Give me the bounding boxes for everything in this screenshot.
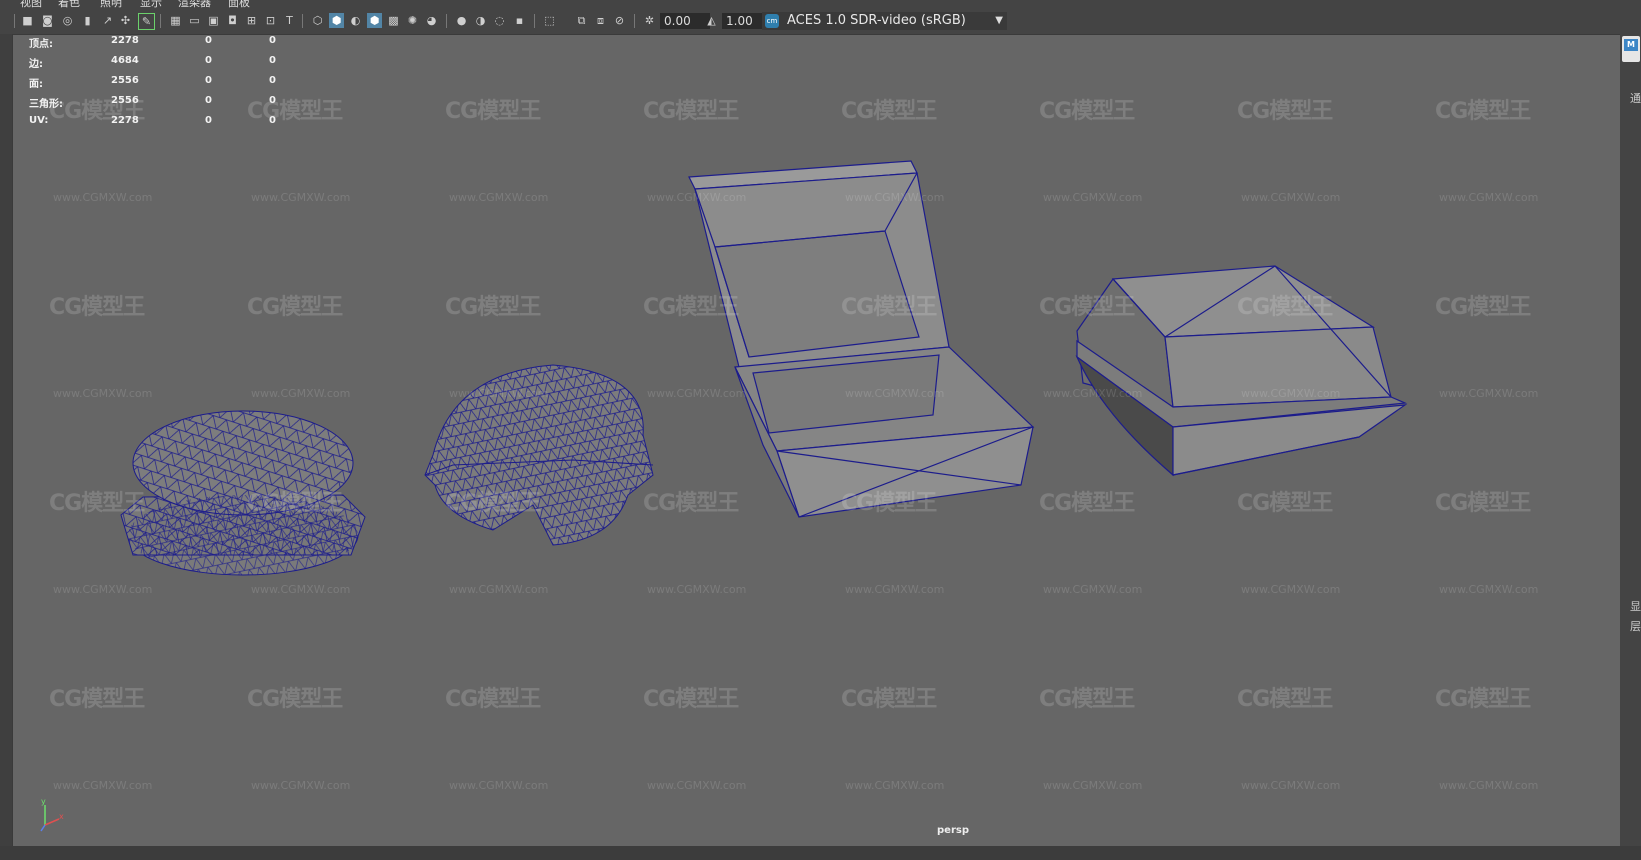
xray-icon[interactable]: ▩ — [386, 13, 401, 28]
modeling-toolkit-tab[interactable]: M — [1622, 36, 1640, 62]
closed-burger-box-model[interactable] — [1075, 265, 1408, 477]
menu-bar: 视图 着色 照明 显示 渲染器 面板 — [0, 0, 1641, 8]
scene-canvas — [120, 160, 1408, 576]
separator — [302, 14, 303, 28]
menu-lighting[interactable]: 照明 — [100, 0, 122, 8]
ambient-occlusion-icon[interactable]: ● — [454, 13, 469, 28]
menu-shading[interactable]: 着色 — [58, 0, 80, 8]
side-label: 显 — [1630, 600, 1641, 613]
default-material-icon[interactable]: ◐ — [348, 13, 363, 28]
hud-value: 0 — [269, 95, 276, 106]
grease-pencil-icon[interactable]: ✎ — [138, 13, 155, 30]
open-burger-box-model[interactable] — [688, 160, 1035, 518]
side-label: 通 — [1630, 92, 1641, 105]
menu-panels[interactable]: 面板 — [228, 0, 250, 8]
camera-icon[interactable]: ■ — [20, 13, 35, 28]
hud-value: 0 — [269, 115, 276, 126]
axis-x-label: x — [59, 812, 64, 821]
hud-label: UV: — [29, 115, 49, 126]
hud-value: 0 — [269, 55, 276, 66]
separator — [534, 14, 535, 28]
hud-value: 0 — [205, 95, 212, 106]
menu-view[interactable]: 视图 — [20, 0, 42, 8]
film-gate-icon[interactable]: ▭ — [187, 13, 202, 28]
grid-icon[interactable]: ▦ — [168, 13, 183, 28]
image-plane-icon[interactable]: ↗ — [100, 13, 115, 28]
menu-renderer[interactable]: 渲染器 — [178, 0, 211, 8]
gate-mask-icon[interactable]: ◘ — [225, 13, 240, 28]
depth-of-field-icon[interactable]: ▪ — [512, 13, 527, 28]
gamma-field[interactable]: 1.00 — [722, 13, 766, 29]
hud-value: 0 — [269, 75, 276, 86]
hud-value: 2278 — [111, 35, 139, 46]
viewport-toolbar: ■ ◙ ◎ ▮ ↗ ✣ ✎ ▦ ▭ ▣ ◘ ⊞ ⊡ T ⬡ ⬢ ◐ ⬢ ▩ ✺ … — [0, 8, 1641, 35]
backface-culling-icon[interactable]: ⊘ — [612, 13, 627, 28]
wireframe-icon[interactable]: ⬡ — [310, 13, 325, 28]
chevron-down-icon: ▼ — [995, 15, 1003, 26]
colorspace-label: ACES 1.0 SDR-video (sRGB) — [787, 13, 966, 28]
xray-joints-icon[interactable]: ⧉ — [574, 13, 589, 28]
separator — [446, 14, 447, 28]
right-edge-panel — [1620, 34, 1641, 860]
colorspace-dropdown[interactable]: cm ACES 1.0 SDR-video (sRGB) ▼ — [762, 12, 1007, 30]
hud-value: 2556 — [111, 75, 139, 86]
bookmark-icon[interactable]: ▮ — [80, 13, 95, 28]
hud-label: 面: — [29, 79, 43, 90]
hud-value: 2278 — [111, 115, 139, 126]
exposure-icon[interactable]: ✲ — [642, 13, 657, 28]
bottom-status-bar — [0, 846, 1641, 860]
3d-viewport[interactable]: CG模型王 CG模型王 CG模型王 CG模型王 CG模型王 CG模型王 CG模型… — [12, 34, 1622, 848]
hud-value: 0 — [205, 35, 212, 46]
burger-model-1[interactable] — [120, 410, 366, 576]
gamma-icon[interactable]: ◭ — [704, 13, 719, 28]
separator — [14, 14, 15, 28]
burger-model-2[interactable] — [424, 364, 654, 546]
exposure-field[interactable]: 0.00 — [660, 13, 710, 29]
color-management-icon[interactable]: cm — [765, 14, 779, 28]
side-tab-label: M — [1624, 39, 1638, 51]
separator — [160, 14, 161, 28]
menu-show[interactable]: 显示 — [140, 0, 162, 8]
camera-name-label: persp — [937, 825, 969, 836]
side-label: 层 — [1630, 620, 1641, 633]
camera-attributes-icon[interactable]: ◎ — [60, 13, 75, 28]
hud-value: 0 — [205, 55, 212, 66]
motion-blur-icon[interactable]: ◑ — [473, 13, 488, 28]
hud-value: 0 — [269, 35, 276, 46]
xray-active-icon[interactable]: ⧈ — [593, 13, 608, 28]
resolution-gate-icon[interactable]: ▣ — [206, 13, 221, 28]
safe-title-icon[interactable]: T — [282, 13, 297, 28]
field-chart-icon[interactable]: ⊞ — [244, 13, 259, 28]
hud-value: 0 — [205, 75, 212, 86]
hud-label: 边: — [29, 59, 43, 70]
hud-value: 4684 — [111, 55, 139, 66]
shadows-icon[interactable]: ◕ — [424, 13, 439, 28]
wireframe-on-shaded-icon[interactable]: ⬢ — [367, 13, 382, 28]
hud-value: 0 — [205, 115, 212, 126]
camera-lock-icon[interactable]: ◙ — [40, 13, 55, 28]
axis-gizmo-icon: y x — [40, 797, 64, 832]
isolate-select-icon[interactable]: ⬚ — [542, 13, 557, 28]
smooth-shade-icon[interactable]: ⬢ — [329, 13, 344, 28]
safe-action-icon[interactable]: ⊡ — [263, 13, 278, 28]
use-all-lights-icon[interactable]: ✺ — [405, 13, 420, 28]
separator — [634, 14, 635, 28]
hud-label: 三角形: — [29, 99, 63, 110]
hud-label: 顶点: — [29, 39, 53, 50]
axis-y-label: y — [41, 797, 46, 806]
pivot-icon[interactable]: ✣ — [118, 13, 133, 28]
anti-aliasing-icon[interactable]: ◌ — [492, 13, 507, 28]
hud-value: 2556 — [111, 95, 139, 106]
